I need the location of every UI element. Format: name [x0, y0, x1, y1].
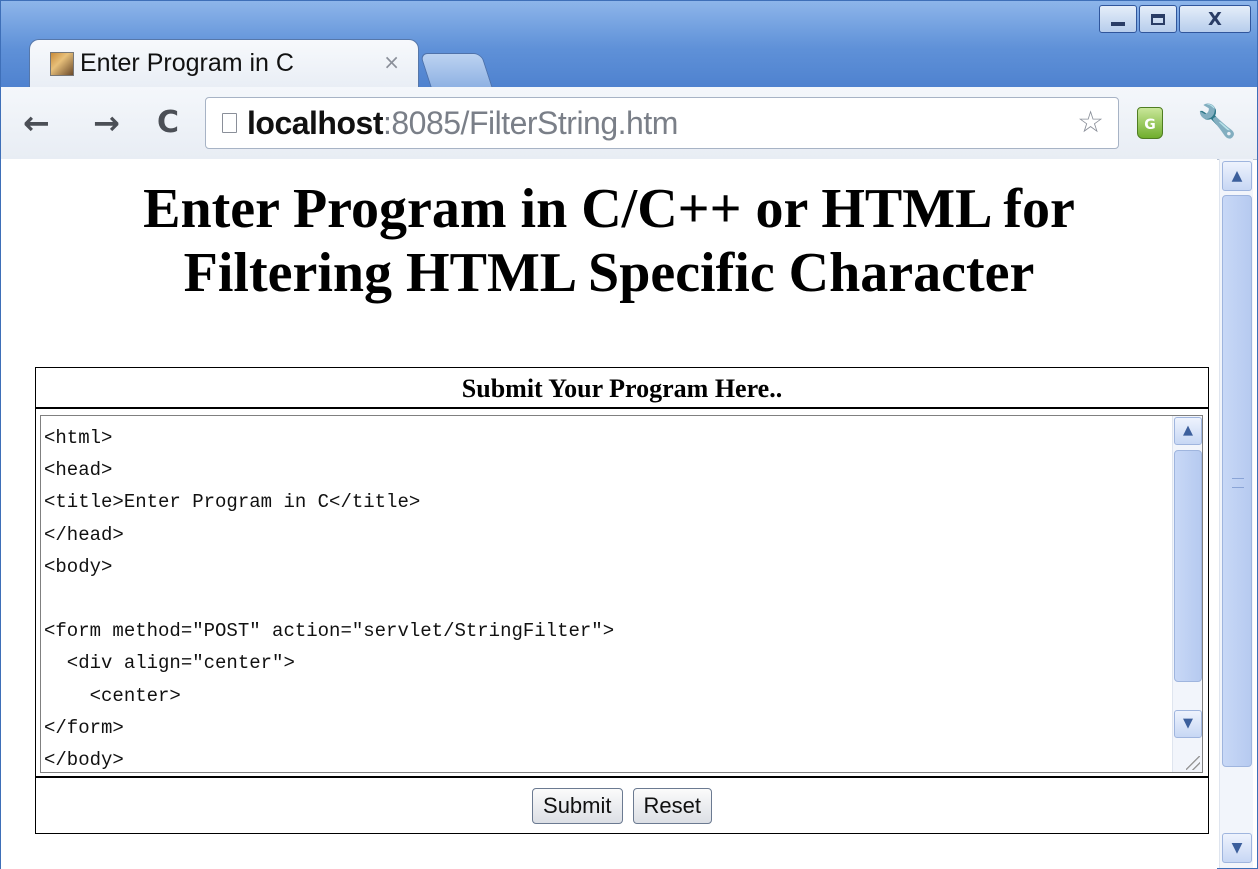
textarea-scroll-thumb[interactable]	[1174, 450, 1202, 682]
page-scroll-down-icon[interactable]: ▼	[1222, 833, 1252, 863]
submit-button[interactable]: Submit	[532, 787, 623, 824]
close-window-button[interactable]: X	[1179, 5, 1251, 33]
page-scrollbar[interactable]: ▲ ▼	[1219, 159, 1253, 868]
program-textarea[interactable]: <html> <head> <title>Enter Program in C<…	[40, 415, 1203, 773]
scroll-grip-icon	[1232, 478, 1244, 488]
back-arrow-icon[interactable]: ←	[23, 107, 50, 139]
tab-active[interactable]: Enter Program in C ×	[29, 39, 419, 87]
resize-grip-icon[interactable]	[1186, 756, 1200, 770]
browser-window: X Enter Program in C × ← → C localhost:8…	[0, 0, 1258, 869]
page-heading: Enter Program in C/C++ or HTML for Filte…	[1, 177, 1217, 305]
page-icon	[222, 113, 237, 133]
address-bar[interactable]: localhost:8085/FilterString.htm ☆	[205, 97, 1119, 149]
title-bar: X Enter Program in C ×	[1, 1, 1257, 87]
program-text: <html> <head> <title>Enter Program in C<…	[44, 427, 615, 772]
reset-button[interactable]: Reset	[632, 787, 712, 824]
new-tab-button[interactable]	[419, 53, 493, 87]
page-viewport: Enter Program in C/C++ or HTML for Filte…	[1, 159, 1217, 869]
form-caption: Submit Your Program Here..	[36, 368, 1208, 409]
textarea-cell: <html> <head> <title>Enter Program in C<…	[36, 411, 1208, 778]
url-path: :8085/FilterString.htm	[382, 104, 678, 141]
favicon-icon	[50, 51, 74, 76]
tab-title: Enter Program in C	[80, 49, 294, 77]
submit-form-table: Submit Your Program Here.. <html> <head>…	[35, 367, 1209, 834]
minimize-button[interactable]	[1099, 5, 1137, 33]
minimize-icon	[1111, 22, 1125, 26]
wrench-icon[interactable]: 🔧	[1197, 105, 1237, 137]
close-icon: X	[1208, 8, 1222, 30]
toolbar: ← → C localhost:8085/FilterString.htm ☆ …	[1, 87, 1257, 160]
textarea-scrollbar[interactable]: ▲ ▼	[1172, 416, 1202, 772]
page-scroll-up-icon[interactable]: ▲	[1222, 161, 1252, 191]
maximize-icon	[1151, 13, 1165, 25]
extension-icon[interactable]: G	[1137, 107, 1163, 139]
forward-arrow-icon[interactable]: →	[93, 107, 120, 139]
heading-line-2: Filtering HTML Specific Character	[183, 242, 1035, 304]
bookmark-star-icon[interactable]: ☆	[1077, 108, 1104, 138]
buttons-row: Submit Reset	[36, 778, 1208, 833]
maximize-button[interactable]	[1139, 5, 1177, 33]
heading-line-1: Enter Program in C/C++ or HTML for	[143, 178, 1075, 240]
page-scroll-thumb[interactable]	[1222, 195, 1252, 767]
reload-icon[interactable]: C	[157, 107, 179, 139]
scroll-up-icon[interactable]: ▲	[1174, 417, 1202, 445]
scroll-down-icon[interactable]: ▼	[1174, 710, 1202, 738]
tab-close-icon[interactable]: ×	[383, 50, 400, 74]
window-controls: X	[1097, 5, 1251, 33]
url-host: localhost	[247, 104, 383, 141]
